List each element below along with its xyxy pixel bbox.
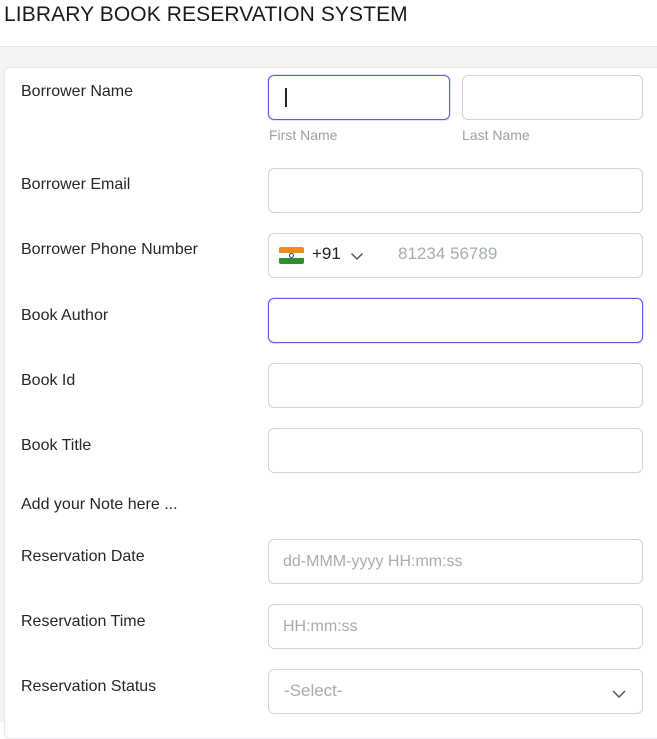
book-id-field[interactable] [268, 363, 643, 408]
book-author-input[interactable] [269, 299, 642, 342]
first-name-input[interactable] [269, 76, 449, 119]
last-name-field[interactable] [462, 75, 643, 120]
reservation-status-select[interactable]: -Select- [268, 669, 643, 714]
borrower-email-field[interactable] [268, 168, 643, 213]
last-name-input[interactable] [463, 76, 642, 119]
borrower-email-input[interactable] [269, 169, 642, 212]
book-id-input[interactable] [269, 364, 642, 407]
note-text: Add your Note here ... [21, 496, 178, 513]
book-title-field[interactable] [268, 428, 643, 473]
borrower-phone-field[interactable]: +91 81234 56789 [268, 233, 643, 278]
reservation-status-label: Reservation Status [21, 678, 157, 695]
last-name-sublabel: Last Name [462, 127, 530, 143]
book-author-field[interactable] [268, 298, 643, 343]
book-id-label: Book Id [21, 372, 76, 389]
reservation-status-selected: -Select- [284, 681, 343, 700]
first-name-sublabel: First Name [269, 127, 338, 143]
page-title: LIBRARY BOOK RESERVATION SYSTEM [4, 3, 408, 26]
reservation-date-label: Reservation Date [21, 548, 145, 565]
reservation-date-input[interactable] [269, 540, 642, 583]
phone-placeholder[interactable]: 81234 56789 [398, 244, 497, 264]
text-cursor [285, 88, 287, 107]
chevron-down-icon[interactable] [350, 249, 364, 263]
country-code[interactable]: +91 [312, 244, 341, 264]
book-title-label: Book Title [21, 437, 92, 454]
borrower-name-label: Borrower Name [21, 83, 134, 100]
borrower-email-label: Borrower Email [21, 176, 131, 193]
chevron-down-icon[interactable] [611, 686, 627, 702]
borrower-phone-label: Borrower Phone Number [21, 241, 198, 258]
reservation-time-field[interactable] [268, 604, 643, 649]
reservation-time-input[interactable] [269, 605, 642, 648]
india-flag-icon [279, 247, 304, 264]
reservation-time-label: Reservation Time [21, 613, 146, 630]
book-title-input[interactable] [269, 429, 642, 472]
reservation-date-field[interactable] [268, 539, 643, 584]
book-author-label: Book Author [21, 307, 109, 324]
first-name-field[interactable] [268, 75, 450, 120]
